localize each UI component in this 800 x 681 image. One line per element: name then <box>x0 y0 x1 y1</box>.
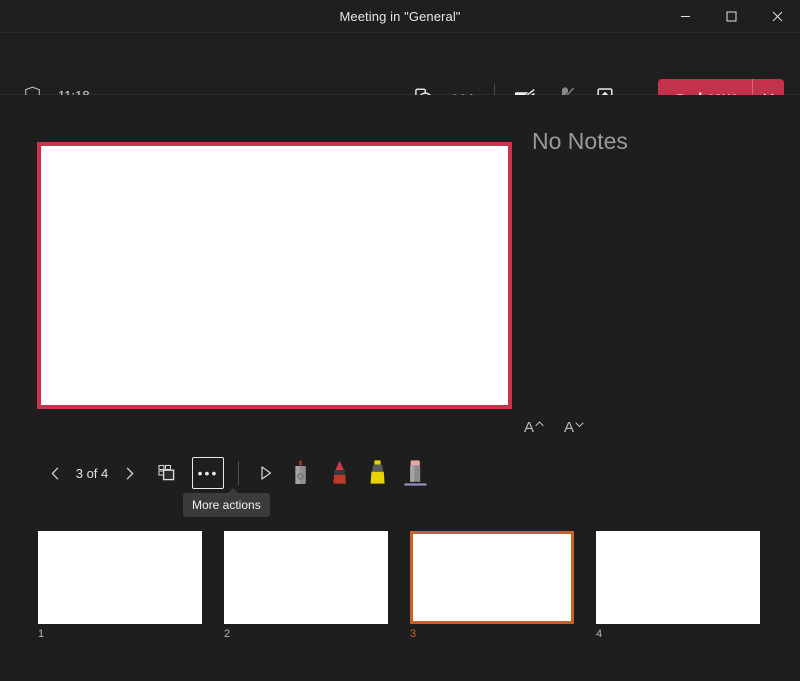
title-bar: Meeting in "General" <box>0 0 800 33</box>
decrease-font-size-button[interactable]: A <box>559 413 589 441</box>
maximize-button[interactable] <box>708 0 754 33</box>
teams-meeting-window: Meeting in "General" 11:18 <box>0 0 800 681</box>
chevron-up-icon <box>535 420 544 426</box>
nav-divider <box>238 461 239 485</box>
presentation-stage: No Notes A A 3 of 4 ••• More actions 1 2… <box>0 95 800 681</box>
thumbnail-image <box>410 531 574 624</box>
increase-font-size-button[interactable]: A <box>519 413 549 441</box>
close-button[interactable] <box>754 0 800 33</box>
thumbnail-slide-2[interactable]: 2 <box>224 531 388 640</box>
notes-font-size-controls: A A <box>519 413 589 441</box>
thumbnail-image <box>224 531 388 624</box>
laser-pointer-tool[interactable] <box>285 456 319 490</box>
active-slide-canvas[interactable] <box>37 142 512 409</box>
increase-font-letter: A <box>523 418 534 436</box>
thumbnail-number: 1 <box>38 628 45 640</box>
notes-pane-title: No Notes <box>532 128 628 154</box>
decrease-font-letter: A <box>563 418 574 436</box>
slide-layout-icon[interactable] <box>152 458 182 488</box>
thumbnail-image <box>38 531 202 624</box>
chevron-right-icon <box>126 467 133 479</box>
more-actions-button[interactable]: ••• <box>192 457 224 489</box>
thumbnail-slide-4[interactable]: 4 <box>596 531 760 640</box>
more-actions-tooltip: More actions <box>183 488 270 517</box>
meeting-toolbar: 11:18 ••• <box>0 33 800 114</box>
thumbnail-image <box>596 531 760 624</box>
previous-slide-button[interactable] <box>40 458 70 488</box>
window-title: Meeting in "General" <box>339 8 461 24</box>
next-slide-button[interactable] <box>114 458 144 488</box>
eraser-tool[interactable] <box>399 456 433 490</box>
thumbnail-slide-3[interactable]: 3 <box>410 531 574 640</box>
slide-counter: 3 of 4 <box>75 465 109 481</box>
thumbnail-number: 3 <box>410 628 417 640</box>
window-controls <box>662 0 800 33</box>
chevron-down-icon <box>575 421 584 427</box>
thumbnail-number: 2 <box>224 628 231 640</box>
thumbnail-number: 4 <box>596 628 603 640</box>
yellow-highlighter-tool[interactable] <box>361 456 395 490</box>
red-pen-tool[interactable] <box>323 456 357 490</box>
slide-thumbnail-strip: 1 2 3 4 <box>0 531 800 651</box>
thumbnail-slide-1[interactable]: 1 <box>38 531 202 640</box>
minimize-button[interactable] <box>662 0 708 33</box>
chevron-left-icon <box>51 467 58 479</box>
cursor-pointer-icon[interactable] <box>251 458 281 488</box>
slide-navigation-toolbar: 3 of 4 ••• <box>40 455 433 491</box>
ellipsis-icon: ••• <box>197 465 219 481</box>
